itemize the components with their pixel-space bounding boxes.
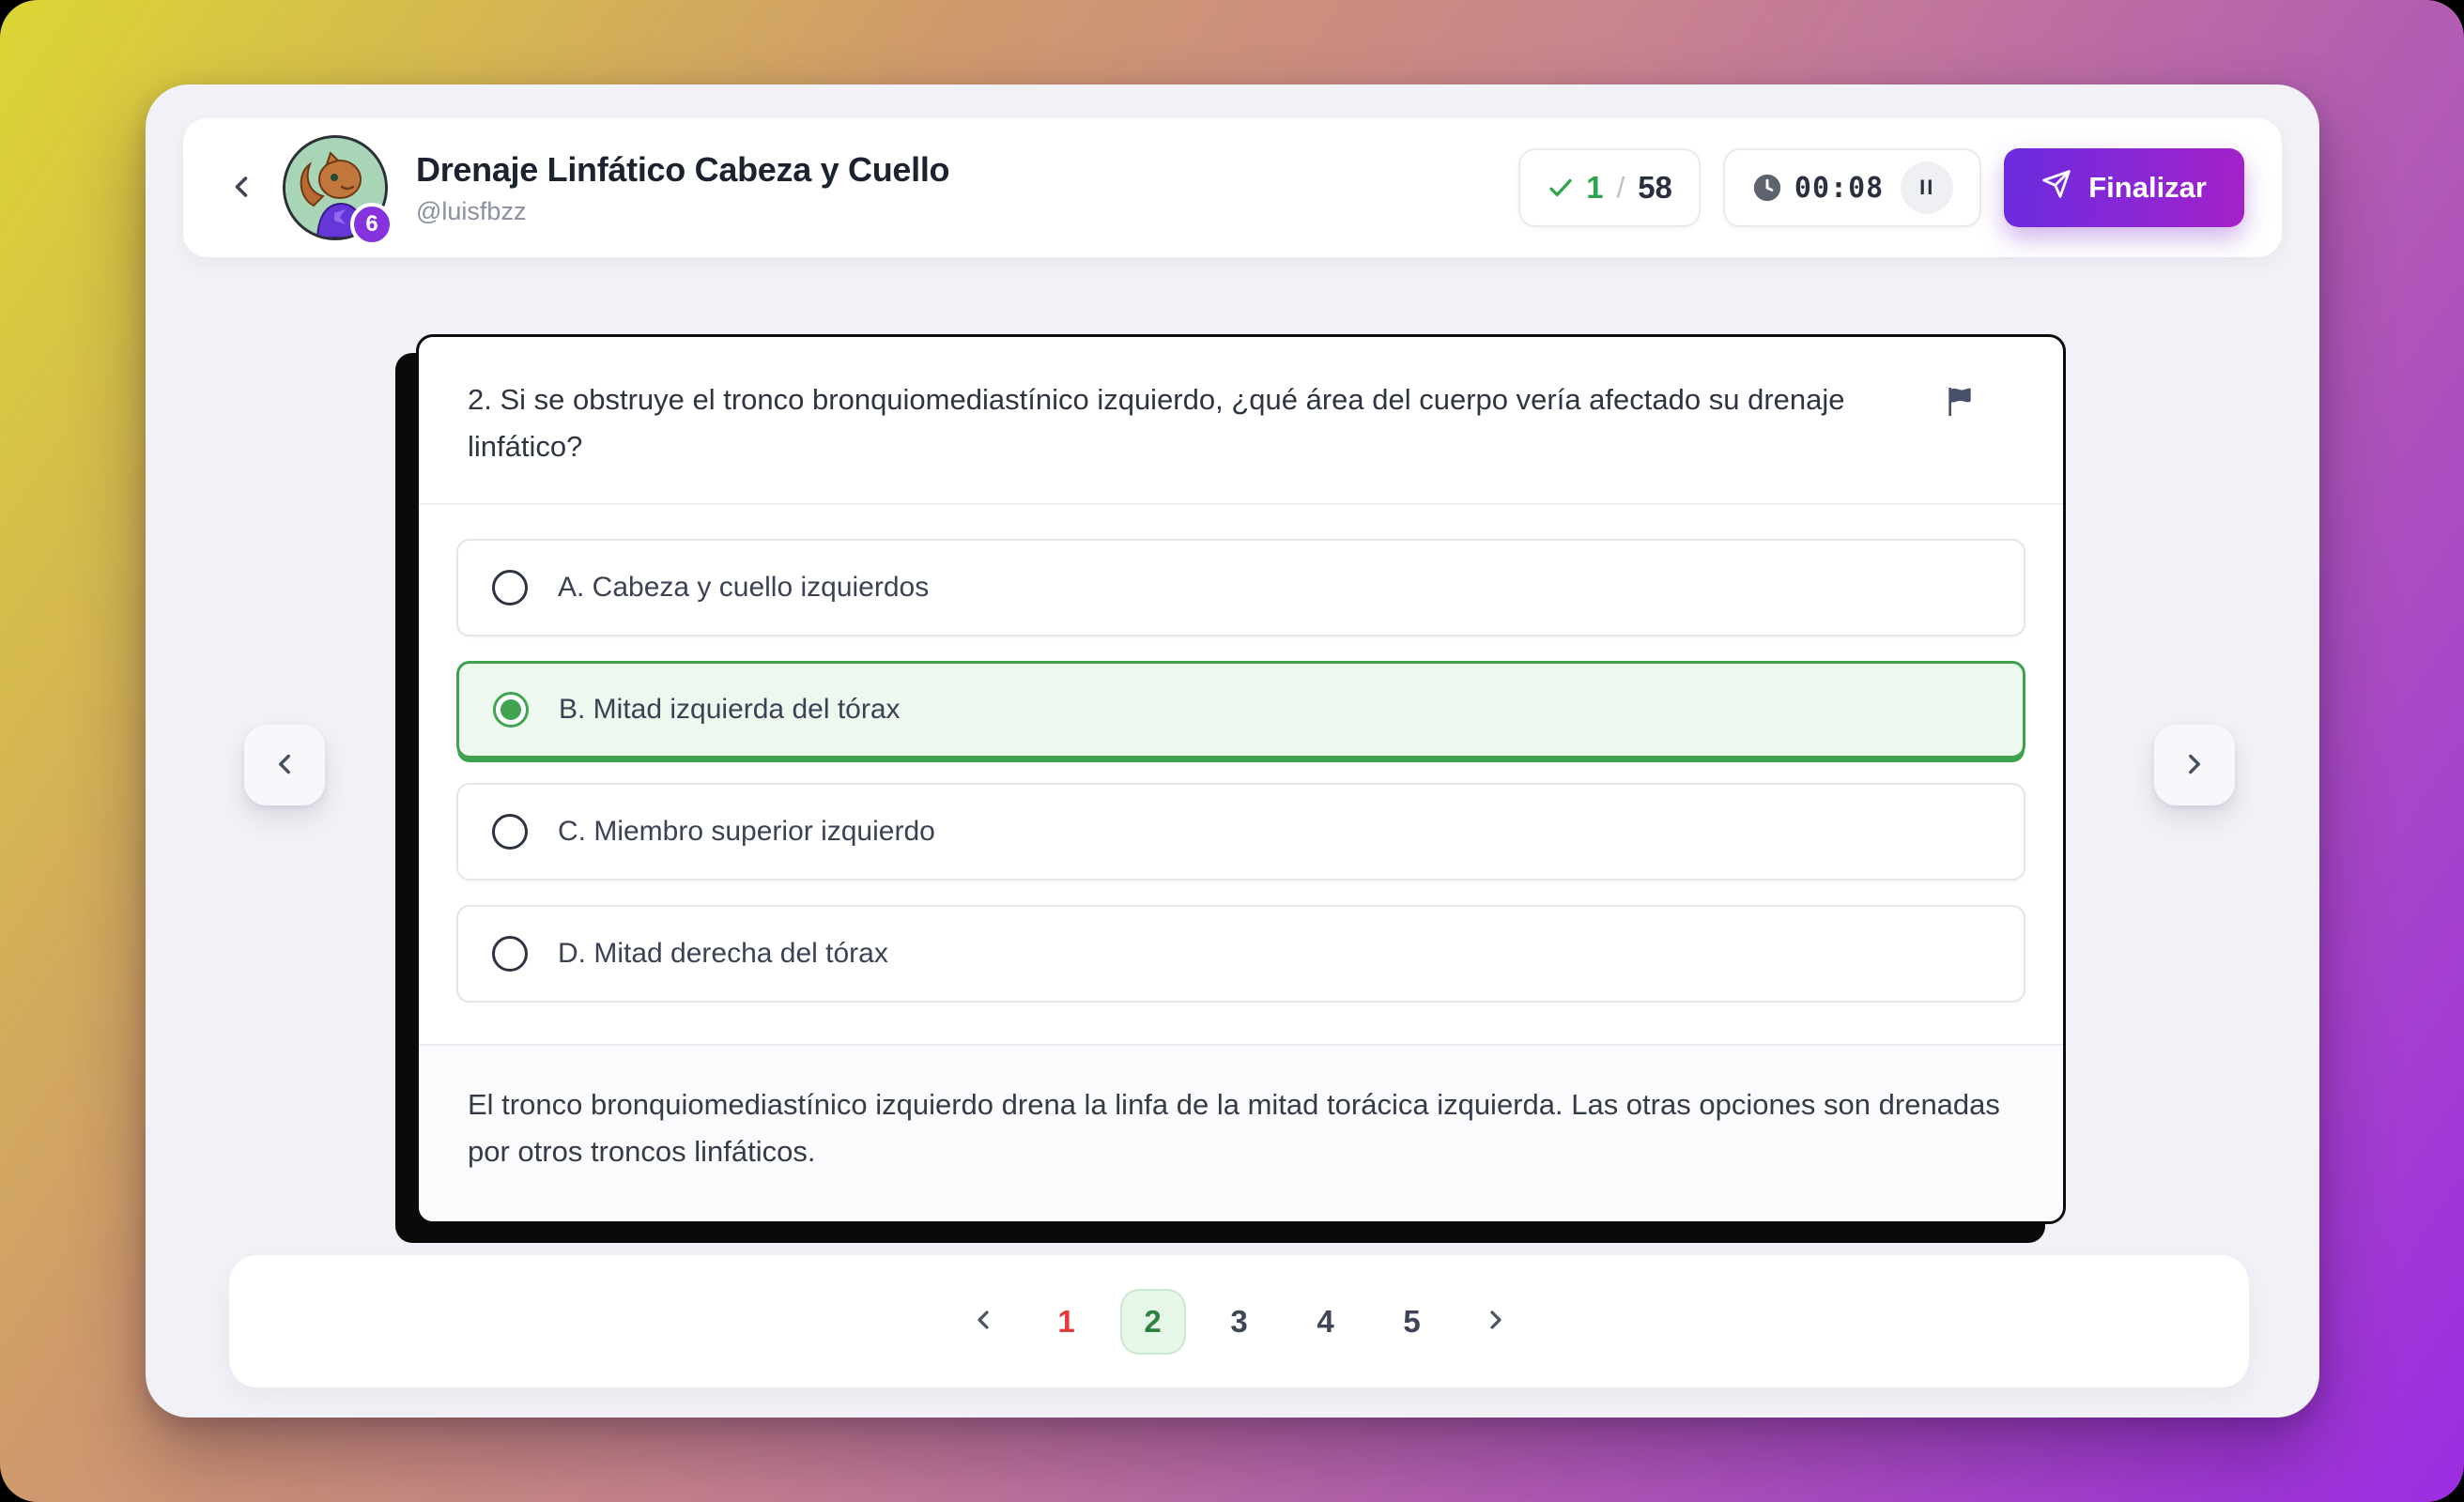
radio-icon	[492, 936, 528, 972]
chevron-left-icon	[224, 170, 258, 207]
page-title: Drenaje Linfático Cabeza y Cuello	[416, 150, 949, 190]
progress-separator: /	[1615, 171, 1627, 205]
question-card: 2. Si se obstruye el tronco bronquiomedi…	[416, 334, 2066, 1224]
page-button-2[interactable]: 2	[1120, 1289, 1186, 1355]
author-username: @luisfbzz	[416, 197, 949, 226]
question-text: 2. Si se obstruye el tronco bronquiomedi…	[468, 376, 1937, 469]
page-button-1[interactable]: 1	[1034, 1289, 1100, 1355]
pause-icon: II	[1919, 176, 1934, 200]
question-header: 2. Si se obstruye el tronco bronquiomedi…	[419, 337, 2063, 505]
finish-button-label: Finalizar	[2088, 171, 2207, 205]
flag-question-button[interactable]	[1937, 380, 1982, 425]
option-b-label: B. Mitad izquierda del tórax	[559, 694, 901, 726]
previous-question-button[interactable]	[244, 725, 325, 805]
option-a[interactable]: A. Cabeza y cuello izquierdos	[456, 539, 2025, 636]
option-a-label: A. Cabeza y cuello izquierdos	[558, 572, 929, 604]
next-question-button[interactable]	[2154, 725, 2235, 805]
option-d[interactable]: D. Mitad derecha del tórax	[456, 905, 2025, 1003]
timer-badge: 00:08 II	[1723, 148, 1981, 227]
avatar-level-badge: 6	[350, 203, 393, 246]
chevron-left-icon	[269, 748, 300, 783]
chevron-left-icon	[968, 1305, 998, 1338]
pause-button[interactable]: II	[1901, 161, 1953, 214]
app-window: 6 Drenaje Linfático Cabeza y Cuello @lui…	[146, 84, 2319, 1418]
explanation-text: El tronco bronquiomediastínico izquierdo…	[468, 1081, 2014, 1175]
pager-prev-button[interactable]	[953, 1292, 1013, 1352]
pager-next-button[interactable]	[1466, 1292, 1526, 1352]
progress-current: 1	[1586, 170, 1603, 206]
page-button-5[interactable]: 5	[1379, 1289, 1445, 1355]
avatar[interactable]: 6	[283, 135, 388, 240]
option-c[interactable]: C. Miembro superior izquierdo	[456, 783, 2025, 881]
option-c-label: C. Miembro superior izquierdo	[558, 816, 935, 848]
back-button[interactable]	[215, 161, 268, 214]
check-icon	[1547, 174, 1575, 202]
options-list: A. Cabeza y cuello izquierdos B. Mitad i…	[419, 505, 2063, 1044]
progress-total: 58	[1638, 170, 1672, 206]
finish-button[interactable]: Finalizar	[2004, 148, 2244, 227]
clock-icon	[1751, 172, 1783, 204]
app-background: 6 Drenaje Linfático Cabeza y Cuello @lui…	[0, 0, 2464, 1502]
header-actions: 1 / 58 00:08 II Fi	[1518, 148, 2244, 227]
page-button-4[interactable]: 4	[1293, 1289, 1359, 1355]
progress-badge: 1 / 58	[1518, 148, 1701, 227]
radio-icon	[492, 570, 528, 605]
timer-value: 00:08	[1794, 172, 1884, 205]
chevron-right-icon	[2179, 748, 2210, 783]
chevron-right-icon	[1481, 1305, 1511, 1338]
explanation-panel: El tronco bronquiomediastínico izquierdo…	[419, 1044, 2063, 1220]
option-d-label: D. Mitad derecha del tórax	[558, 938, 888, 970]
send-icon	[2041, 169, 2071, 207]
title-block: Drenaje Linfático Cabeza y Cuello @luisf…	[416, 150, 949, 226]
header-bar: 6 Drenaje Linfático Cabeza y Cuello @lui…	[183, 118, 2282, 257]
option-b[interactable]: B. Mitad izquierda del tórax	[456, 661, 2025, 759]
radio-selected-icon	[493, 692, 529, 728]
radio-icon	[492, 814, 528, 850]
pagination-bar: 1 2 3 4 5	[229, 1255, 2249, 1387]
page-button-3[interactable]: 3	[1207, 1289, 1272, 1355]
flag-icon	[1941, 383, 1979, 423]
